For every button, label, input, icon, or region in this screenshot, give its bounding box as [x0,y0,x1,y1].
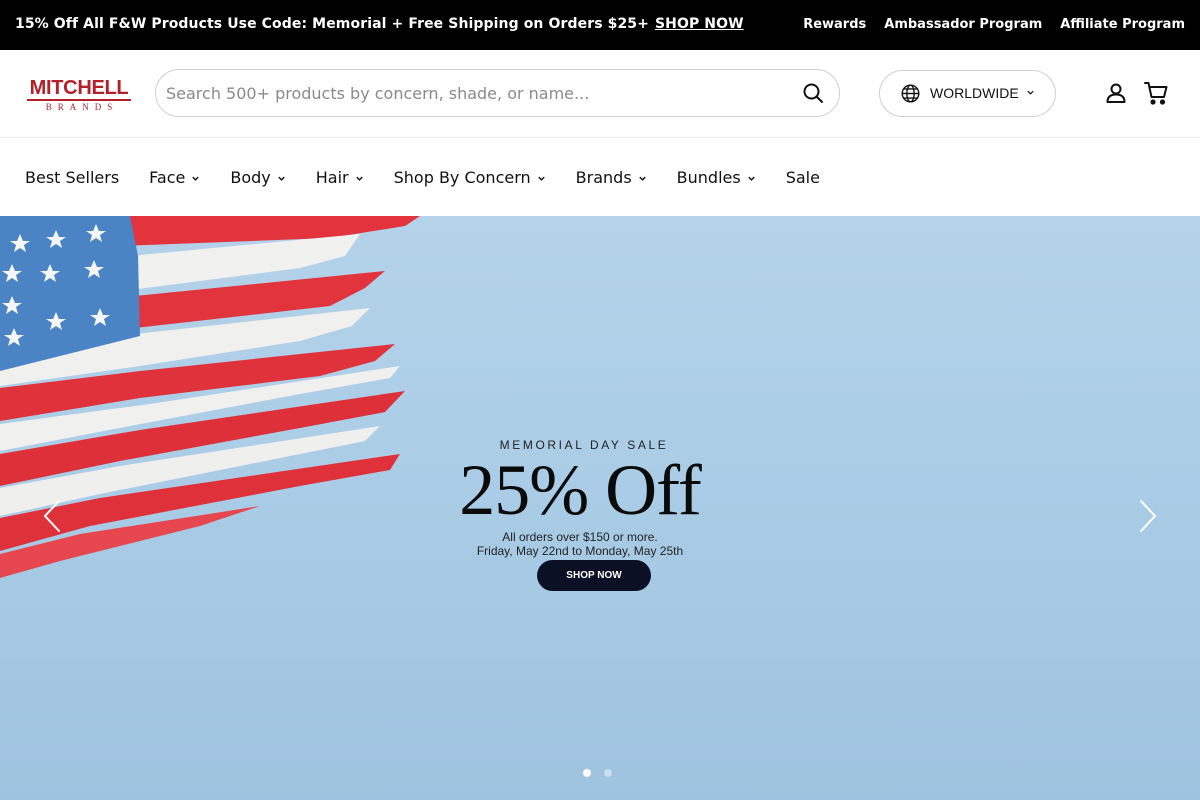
announcement-bar: 15% Off All F&W Products Use Code: Memor… [0,0,1200,50]
logo-rule [27,99,131,101]
account-icon[interactable] [1104,81,1128,105]
nav-item-body[interactable]: Body [230,168,285,187]
slide-dot-2[interactable] [604,769,612,777]
rewards-link[interactable]: Rewards [803,17,866,32]
region-label: WORLDWIDE [930,85,1019,101]
search-icon[interactable] [801,81,825,105]
promo-message: 15% Off All F&W Products Use Code: Memor… [15,16,744,32]
chevron-down-icon [638,176,646,181]
hero-detail-line1: All orders over $150 or more. [502,530,658,544]
promo-text: 15% Off All F&W Products Use Code: Memor… [15,16,649,32]
nav-item-hair[interactable]: Hair [316,168,364,187]
chevron-left-icon[interactable] [40,498,64,534]
hero-banner: MEMORIAL DAY SALE 25% Off All orders ove… [0,216,1200,800]
nav-item-bundles[interactable]: Bundles [677,168,756,187]
nav-label: Brands [575,168,632,187]
flag-swatch-image [0,216,420,578]
chevron-down-icon [747,176,755,181]
chevron-down-icon [278,176,285,181]
affiliate-program-link[interactable]: Affiliate Program [1060,17,1185,32]
nav-label: Best Sellers [25,168,120,187]
ambassador-program-link[interactable]: Ambassador Program [884,17,1042,32]
nav-item-shop-by-concern[interactable]: Shop By Concern [394,168,546,187]
cart-icon[interactable] [1143,80,1169,106]
nav-item-sale[interactable]: Sale [786,168,820,187]
globe-icon [901,84,920,103]
chevron-down-icon [192,176,200,181]
hero-headline: 25% Off [459,450,702,530]
chevron-down-icon [537,176,545,181]
promo-shop-now-link[interactable]: SHOP NOW [655,16,744,32]
nav-label: Sale [785,168,820,187]
site-header: MITCHELL BRANDS WORLDWIDE [0,50,1200,138]
nav-item-brands[interactable]: Brands [576,168,647,187]
search-input[interactable] [166,70,786,116]
main-navigation: Best Sellers Face Body Hair Shop By Conc… [0,138,1200,216]
utility-links: Rewards Ambassador Program Affiliate Pro… [803,17,1185,32]
hero-detail-line2: Friday, May 22nd to Monday, May 25th [476,544,684,558]
brand-logo[interactable]: MITCHELL BRANDS [27,78,131,112]
chevron-down-icon [355,176,363,181]
nav-label: Body [230,168,271,187]
hero-shop-now-button[interactable]: SHOP NOW [537,560,651,591]
nav-label: Shop By Concern [393,168,531,187]
logo-subtitle: BRANDS [45,102,119,112]
nav-item-best-sellers[interactable]: Best Sellers [25,168,119,187]
region-selector[interactable]: WORLDWIDE [879,70,1056,117]
logo-wordmark: MITCHELL [29,77,129,99]
nav-label: Face [149,168,186,187]
slide-indicators [583,769,612,777]
nav-item-face[interactable]: Face [149,168,200,187]
chevron-right-icon[interactable] [1136,498,1160,534]
nav-label: Hair [315,168,349,187]
hero-copy: MEMORIAL DAY SALE 25% Off All orders ove… [430,438,730,558]
search-bar [155,69,840,117]
chevron-down-icon [1027,90,1034,95]
nav-label: Bundles [676,168,741,187]
slide-dot-1[interactable] [583,769,591,777]
